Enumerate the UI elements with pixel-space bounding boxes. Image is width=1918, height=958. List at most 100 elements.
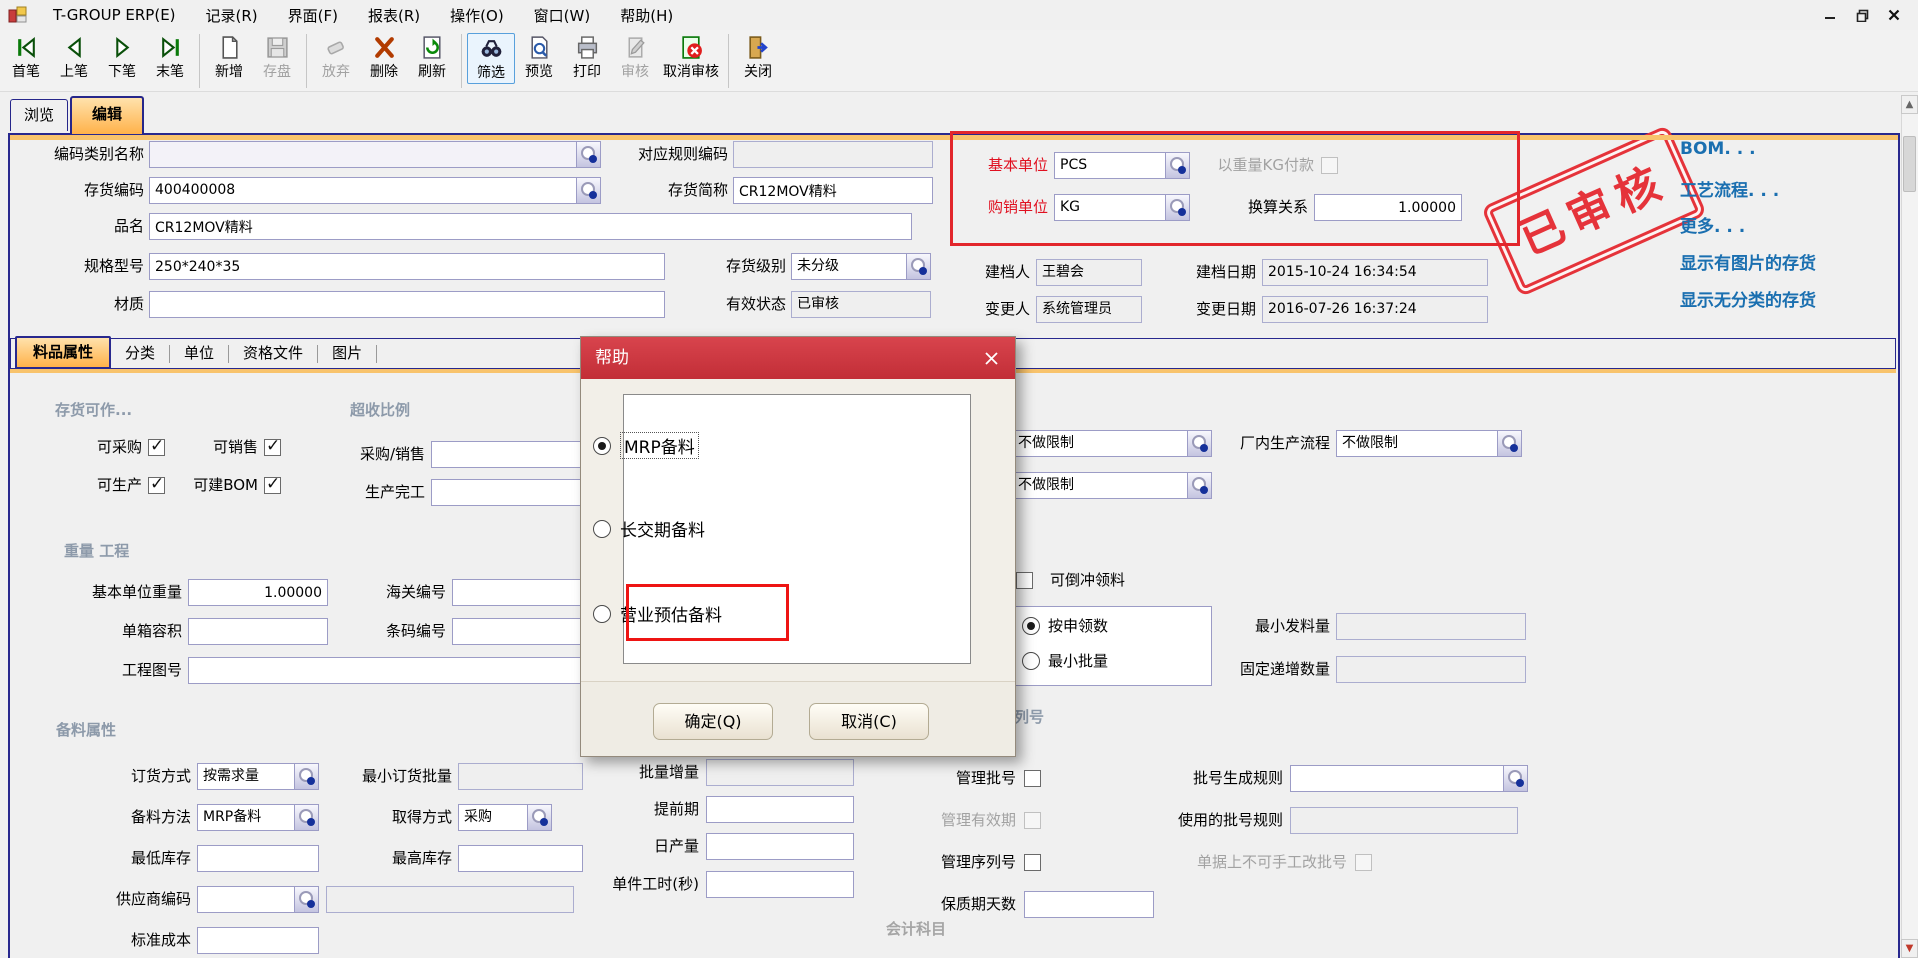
supplier-code-field[interactable] — [197, 886, 319, 913]
lookup-icon[interactable] — [294, 764, 318, 789]
restriction-field-1[interactable]: 不做限制 — [1012, 430, 1212, 457]
can-sell-checkbox[interactable] — [264, 439, 281, 456]
coding-type-field[interactable] — [149, 141, 601, 168]
manage-serial-checkbox[interactable] — [1024, 854, 1041, 871]
toolbar-save[interactable]: 存盘 — [253, 33, 301, 82]
backflush-checkbox[interactable] — [1016, 572, 1033, 589]
tab-edit[interactable]: 编辑 — [70, 96, 144, 134]
issue-by-minlot-option[interactable]: 最小批量 — [1022, 650, 1108, 671]
base-weight-field[interactable] — [188, 579, 328, 606]
link-show-with-images[interactable]: 显示有图片的存货 — [1680, 249, 1816, 274]
min-stock-field[interactable] — [197, 845, 319, 872]
scroll-up-arrow[interactable]: ▲ — [1901, 95, 1918, 114]
lookup-icon[interactable] — [1503, 766, 1527, 791]
pay-by-weight-checkbox[interactable] — [1321, 157, 1338, 174]
lookup-icon[interactable] — [294, 887, 318, 912]
toolbar-delete[interactable]: 删除 — [360, 33, 408, 82]
restriction-field-2[interactable]: 不做限制 — [1012, 472, 1212, 499]
link-show-unclassified[interactable]: 显示无分类的存货 — [1680, 286, 1816, 311]
tab-images[interactable]: 图片 — [318, 339, 376, 368]
lookup-icon[interactable] — [1497, 431, 1521, 456]
min-order-field[interactable] — [458, 763, 583, 790]
tab-browse[interactable]: 浏览 — [10, 99, 68, 131]
toolbar-next[interactable]: 下笔 — [98, 33, 146, 82]
menu-record[interactable]: 记录(R) — [191, 5, 273, 26]
toolbar-new[interactable]: 新增 — [205, 33, 253, 82]
option-long-leadtime-radio[interactable] — [593, 520, 611, 538]
menu-help[interactable]: 帮助(H) — [605, 5, 688, 26]
material-field[interactable] — [149, 291, 665, 318]
lookup-icon[interactable] — [906, 254, 930, 279]
scrollbar-thumb[interactable] — [1903, 136, 1916, 192]
can-produce-checkbox[interactable] — [148, 477, 165, 494]
inventory-code-field[interactable]: 400400008 — [149, 177, 601, 204]
toolbar-cancel-audit[interactable]: 取消审核 — [659, 33, 723, 82]
dialog-titlebar[interactable]: 帮助 — [581, 337, 1015, 379]
scroll-down-arrow[interactable]: ▼ — [1901, 939, 1918, 958]
order-mode-field[interactable]: 按需求量 — [197, 763, 319, 790]
box-volume-field[interactable] — [188, 618, 328, 645]
menu-report[interactable]: 报表(R) — [353, 5, 435, 26]
lookup-icon[interactable] — [527, 805, 551, 830]
link-more[interactable]: 更多. . . — [1680, 212, 1745, 237]
lookup-icon[interactable] — [1165, 153, 1189, 178]
vertical-scrollbar[interactable] — [1901, 114, 1918, 940]
toolbar-last[interactable]: 末笔 — [146, 33, 194, 82]
option-sales-forecast[interactable]: 营业预估备料 — [593, 601, 722, 626]
restore-button[interactable] — [1846, 3, 1878, 27]
inventory-abbr-field[interactable] — [733, 177, 933, 204]
min-issue-field[interactable] — [1336, 613, 1526, 640]
issue-by-request-option[interactable]: 按申领数 — [1022, 615, 1108, 636]
shelf-days-field[interactable] — [1024, 891, 1154, 918]
option-mrp-radio[interactable] — [593, 437, 611, 455]
close-button[interactable] — [1878, 3, 1910, 27]
manage-batch-checkbox[interactable] — [1024, 770, 1041, 787]
toolbar-print[interactable]: 打印 — [563, 33, 611, 82]
minimize-button[interactable] — [1814, 3, 1846, 27]
dialog-close-icon[interactable] — [977, 344, 1005, 372]
lookup-icon[interactable] — [1187, 473, 1211, 498]
dialog-cancel-button[interactable]: 取消(C) — [809, 703, 929, 740]
daily-output-field[interactable] — [706, 833, 854, 860]
unit-time-field[interactable] — [706, 871, 854, 898]
fixed-increment-field[interactable] — [1336, 656, 1526, 683]
menu-operation[interactable]: 操作(O) — [435, 5, 519, 26]
issue-by-minlot-radio[interactable] — [1022, 652, 1040, 670]
option-mrp[interactable]: MRP备料 — [593, 432, 699, 459]
toolbar-previous[interactable]: 上笔 — [50, 33, 98, 82]
conversion-field[interactable] — [1314, 194, 1462, 221]
lead-time-field[interactable] — [706, 796, 854, 823]
menu-tgroup-erp[interactable]: T-GROUP ERP(E) — [38, 6, 191, 24]
menu-interface[interactable]: 界面(F) — [273, 5, 353, 26]
tab-qualification-files[interactable]: 资格文件 — [229, 339, 317, 368]
lookup-icon[interactable] — [294, 805, 318, 830]
no-manual-batch-checkbox[interactable] — [1355, 854, 1372, 871]
toolbar-first[interactable]: 首笔 — [2, 33, 50, 82]
toolbar-audit[interactable]: 审核 — [611, 33, 659, 82]
over-complete-field[interactable] — [431, 479, 601, 506]
product-name-field[interactable] — [149, 213, 912, 240]
toolbar-close-form[interactable]: 关闭 — [734, 33, 782, 82]
lookup-icon[interactable] — [1165, 195, 1189, 220]
issue-by-request-radio[interactable] — [1022, 617, 1040, 635]
dialog-ok-button[interactable]: 确定(Q) — [653, 703, 773, 740]
lookup-icon[interactable] — [1187, 431, 1211, 456]
option-sales-forecast-radio[interactable] — [593, 605, 611, 623]
link-process-flow[interactable]: 工艺流程. . . — [1680, 176, 1779, 201]
spec-field[interactable] — [149, 253, 665, 280]
batch-increment-field[interactable] — [706, 759, 854, 786]
prep-method-field[interactable]: MRP备料 — [197, 804, 319, 831]
trade-unit-field[interactable]: KG — [1054, 194, 1190, 221]
tab-classification[interactable]: 分类 — [111, 339, 169, 368]
inventory-level-field[interactable]: 未分级 — [791, 253, 931, 280]
toolbar-filter[interactable]: 筛选 — [467, 33, 515, 84]
batch-rule-field[interactable] — [1290, 765, 1528, 792]
can-bom-checkbox[interactable] — [264, 477, 281, 494]
manage-expiry-checkbox[interactable] — [1024, 812, 1041, 829]
can-purchase-checkbox[interactable] — [148, 439, 165, 456]
lookup-icon[interactable] — [576, 178, 600, 203]
toolbar-discard[interactable]: 放弃 — [312, 33, 360, 82]
menu-window[interactable]: 窗口(W) — [519, 5, 606, 26]
max-stock-field[interactable] — [458, 845, 583, 872]
std-cost-field[interactable] — [197, 927, 319, 954]
